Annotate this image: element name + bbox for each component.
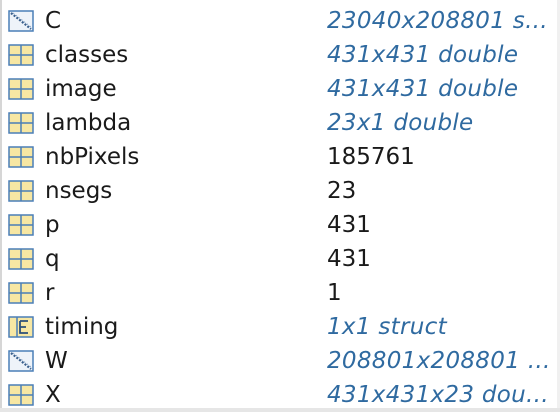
- sparse-matrix-icon: [8, 10, 34, 32]
- variable-value: 208801x208801 ...: [327, 348, 551, 374]
- grid-icon: [8, 384, 34, 406]
- variable-value: 431: [327, 212, 371, 238]
- grid-icon: [8, 44, 34, 66]
- variable-row-timing[interactable]: timing 1x1 struct: [0, 310, 560, 344]
- variable-value: 185761: [327, 144, 415, 170]
- variable-name: X: [45, 382, 61, 408]
- grid-icon: [8, 112, 34, 134]
- variable-row-p[interactable]: p 431: [0, 208, 560, 242]
- variable-row-X[interactable]: X 431x431x23 dou...: [0, 378, 560, 412]
- variable-row-nsegs[interactable]: nsegs 23: [0, 174, 560, 208]
- variable-value: 431x431 double: [327, 42, 519, 68]
- variable-value: 1x1 struct: [327, 314, 447, 340]
- variable-name: C: [45, 8, 62, 34]
- variable-name: W: [45, 348, 68, 374]
- variable-row-W[interactable]: W 208801x208801 ...: [0, 344, 560, 378]
- variable-row-q[interactable]: q 431: [0, 242, 560, 276]
- struct-icon: [8, 316, 34, 338]
- variable-value: 431x431x23 dou...: [327, 382, 549, 408]
- grid-icon: [8, 214, 34, 236]
- grid-icon: [8, 146, 34, 168]
- variable-name: p: [45, 212, 60, 238]
- variable-row-C[interactable]: C 23040x208801 s...: [0, 4, 560, 38]
- variable-row-nbPixels[interactable]: nbPixels 185761: [0, 140, 560, 174]
- sparse-matrix-icon: [8, 350, 34, 372]
- variable-name: nbPixels: [45, 144, 140, 170]
- variable-row-image[interactable]: image 431x431 double: [0, 72, 560, 106]
- grid-icon: [8, 282, 34, 304]
- variable-row-lambda[interactable]: lambda 23x1 double: [0, 106, 560, 140]
- variable-row-r[interactable]: r 1: [0, 276, 560, 310]
- bottom-border: [0, 408, 560, 412]
- grid-icon: [8, 78, 34, 100]
- variable-name: timing: [45, 314, 119, 340]
- variable-name: lambda: [45, 110, 132, 136]
- variable-value: 1: [327, 280, 342, 306]
- variable-row-classes[interactable]: classes 431x431 double: [0, 38, 560, 72]
- variable-name: nsegs: [45, 178, 113, 204]
- grid-icon: [8, 180, 34, 202]
- variable-value: 23: [327, 178, 357, 204]
- variable-name: q: [45, 246, 60, 272]
- variable-value: 23x1 double: [327, 110, 474, 136]
- variable-name: image: [45, 76, 117, 102]
- variable-value: 431: [327, 246, 371, 272]
- variable-name: classes: [45, 42, 129, 68]
- variable-value: 23040x208801 s...: [327, 8, 548, 34]
- workspace-variable-list: C 23040x208801 s... classes 431x431 doub…: [0, 0, 560, 412]
- grid-icon: [8, 248, 34, 270]
- variable-value: 431x431 double: [327, 76, 519, 102]
- variable-name: r: [45, 280, 55, 306]
